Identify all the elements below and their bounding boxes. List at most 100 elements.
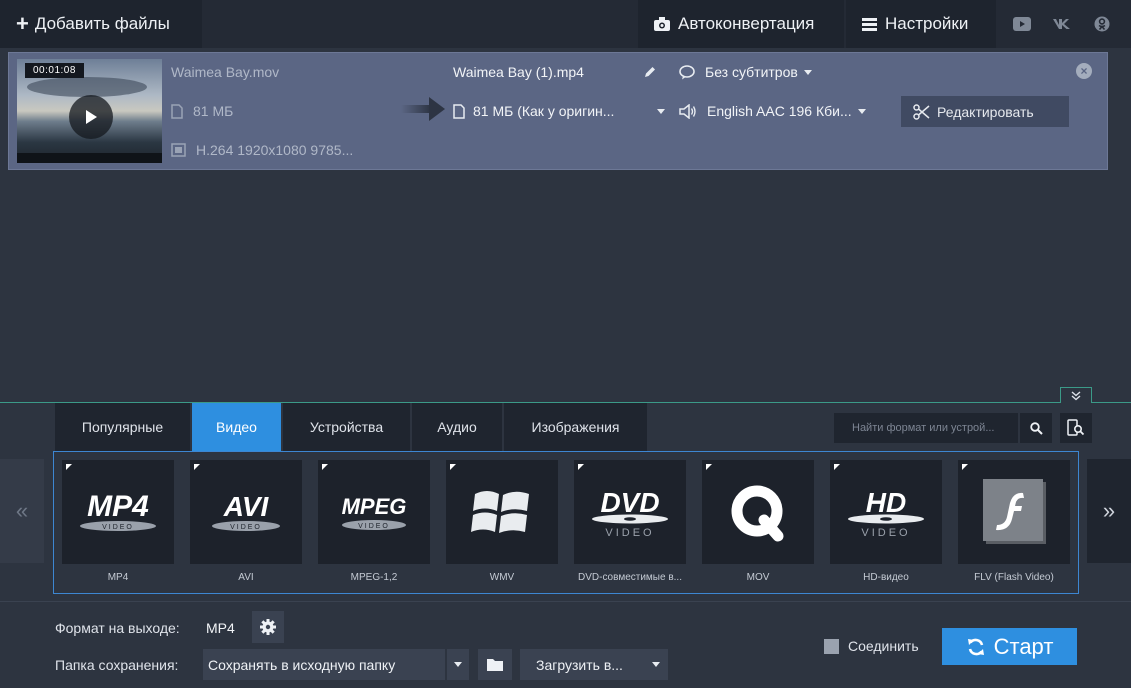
format-tile-dvd[interactable]: DVD VIDEO [574, 460, 686, 564]
source-codec: H.264 1920x1080 9785... [171, 142, 353, 158]
format-tile-mov[interactable] [702, 460, 814, 564]
format-tile-avi[interactable]: AVI VIDEO [190, 460, 302, 564]
open-folder-button[interactable] [478, 649, 512, 680]
save-folder-dropdown[interactable] [447, 649, 469, 680]
format-tile-flv[interactable] [958, 460, 1070, 564]
formats-grid: MP4 VIDEO AVI VIDEO MPEG VIDEO DVD VIDEO… [53, 451, 1079, 594]
scissors-icon [913, 103, 930, 120]
vk-icon[interactable] [1052, 14, 1072, 34]
footer-divider [0, 601, 1131, 602]
add-files-button[interactable]: + Добавить файлы [0, 0, 202, 48]
tile-corner-marker [962, 464, 968, 470]
format-tile-mpeg[interactable]: MPEG VIDEO [318, 460, 430, 564]
chevron-down-icon [454, 662, 462, 667]
format-label-flv: FLV (Flash Video) [974, 572, 1054, 583]
format-search-input[interactable]: Найти формат или устрой... [834, 413, 1018, 443]
close-icon[interactable]: × [1076, 63, 1092, 79]
output-format-value: MP4 [206, 620, 235, 636]
chevron-down-icon [652, 662, 660, 667]
detect-device-button[interactable] [1060, 413, 1092, 443]
collapse-panel-button[interactable] [1060, 387, 1092, 403]
tab-popular[interactable]: Популярные [55, 403, 190, 451]
output-size-select[interactable]: 81 МБ (Как у оригин... [453, 103, 614, 119]
format-tabs: Популярные Видео Устройства Аудио Изобра… [0, 403, 1131, 451]
svg-text:VIDEO: VIDEO [605, 527, 654, 539]
subtitles-select[interactable]: Без субтитров [679, 64, 812, 80]
tile-corner-marker [450, 464, 456, 470]
thumbnail-cloud [27, 77, 147, 97]
top-toolbar: + Добавить файлы Автоконвертация Настрой… [0, 0, 1131, 48]
tab-video[interactable]: Видео [192, 403, 281, 451]
output-size-value: 81 МБ (Как у оригин... [473, 103, 615, 119]
scroll-right-button[interactable]: » [1087, 459, 1131, 563]
pencil-icon[interactable] [643, 65, 657, 79]
source-codec-value: H.264 1920x1080 9785... [196, 142, 354, 158]
tile-corner-marker [194, 464, 200, 470]
speaker-icon [679, 103, 696, 119]
svg-text:MP4: MP4 [87, 490, 149, 523]
source-file-name: Waimea Bay.mov [171, 64, 280, 80]
tab-audio[interactable]: Аудио [412, 403, 502, 451]
file-row[interactable]: 00:01:08 Waimea Bay.mov 81 МБ H.264 1920… [8, 52, 1108, 170]
avi-logo-icon: AVI VIDEO [190, 460, 302, 564]
output-format-label: Формат на выходе: [55, 620, 180, 636]
speech-bubble-icon [679, 64, 695, 79]
search-button[interactable] [1020, 413, 1052, 443]
tile-corner-marker [578, 464, 584, 470]
edit-button[interactable]: Редактировать [901, 96, 1069, 127]
youtube-icon[interactable] [1012, 14, 1032, 34]
tab-images[interactable]: Изображения [504, 403, 647, 451]
svg-text:VIDEO: VIDEO [861, 527, 910, 539]
audio-track-value: English AAC 196 Кби... [707, 103, 852, 119]
output-size-caret-icon[interactable] [657, 109, 665, 114]
svg-text:HD: HD [866, 487, 906, 518]
svg-text:DVD: DVD [600, 487, 659, 518]
start-label: Старт [993, 633, 1054, 659]
format-settings-button[interactable] [252, 611, 284, 643]
output-file-name[interactable]: Waimea Bay (1).mp4 [453, 64, 584, 80]
tab-devices[interactable]: Устройства [283, 403, 410, 451]
plus-icon: + [16, 11, 29, 36]
source-file-size: 81 МБ [171, 103, 233, 119]
join-label[interactable]: Соединить [848, 638, 919, 654]
settings-label: Настройки [885, 14, 969, 33]
ok-icon[interactable] [1092, 14, 1112, 34]
scroll-left-button[interactable]: « [0, 459, 44, 563]
flash-logo-icon [958, 460, 1070, 564]
video-thumbnail[interactable]: 00:01:08 [17, 59, 162, 163]
video-duration: 00:01:08 [25, 63, 84, 78]
subtitles-caret-icon [803, 69, 812, 75]
file-icon [171, 103, 183, 119]
search-icon [1029, 421, 1043, 435]
format-tile-mp4[interactable]: MP4 VIDEO [62, 460, 174, 564]
play-icon[interactable] [69, 95, 113, 139]
device-search-icon [1067, 419, 1085, 436]
menu-icon [862, 17, 877, 31]
upload-to-button[interactable]: Загрузить в... [520, 649, 668, 680]
save-folder-select[interactable]: Сохранять в исходную папку [203, 649, 445, 680]
format-tile-wmv[interactable] [446, 460, 558, 564]
format-label-mov: MOV [746, 572, 770, 583]
upload-label: Загрузить в... [536, 656, 623, 673]
file-icon [453, 103, 465, 119]
windows-logo-icon [446, 460, 558, 564]
svg-text:MPEG: MPEG [342, 494, 407, 519]
audio-track-select[interactable]: English AAC 196 Кби... [679, 103, 866, 119]
camera-icon [654, 17, 670, 31]
mp4-logo-icon: MP4 VIDEO [62, 460, 174, 564]
refresh-icon [967, 638, 984, 655]
start-button[interactable]: Старт [942, 628, 1077, 665]
tile-corner-marker [322, 464, 328, 470]
format-label-mp4: MP4 [107, 572, 129, 583]
join-checkbox[interactable] [824, 639, 839, 654]
convert-arrow-icon [401, 97, 445, 121]
tile-corner-marker [706, 464, 712, 470]
settings-button[interactable]: Настройки [846, 0, 996, 48]
autoconvert-label: Автоконвертация [678, 14, 815, 33]
format-label-mpeg: MPEG-1,2 [350, 572, 398, 583]
thumbnail-bar [17, 153, 162, 163]
autoconvert-button[interactable]: Автоконвертация [638, 0, 844, 48]
format-tile-hd[interactable]: HD VIDEO [830, 460, 942, 564]
mpeg-logo-icon: MPEG VIDEO [318, 460, 430, 564]
formats-strip: « MP4 VIDEO AVI VIDEO MPEG VIDEO DVD VID… [0, 451, 1131, 601]
